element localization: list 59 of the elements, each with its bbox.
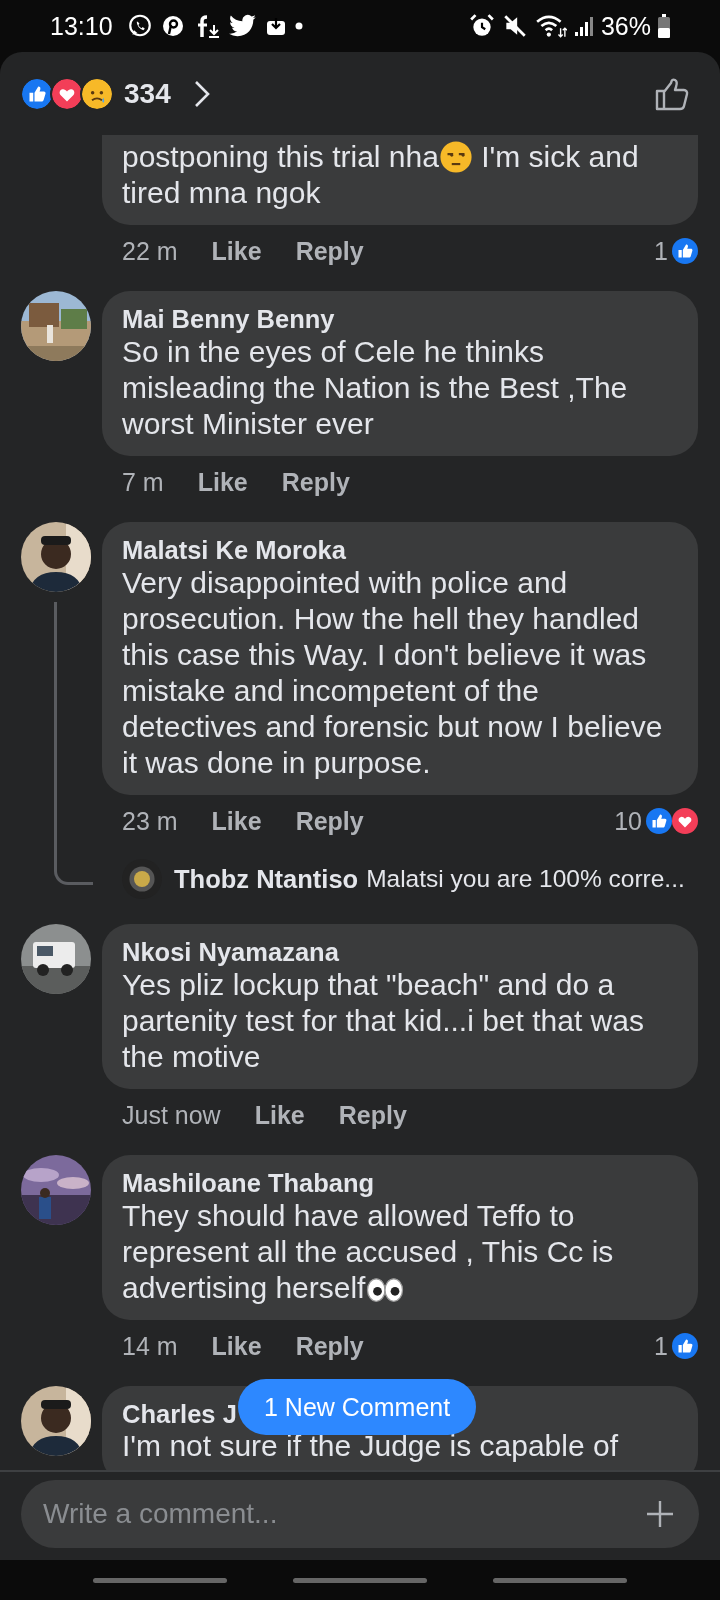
comment-text: Yes pliz lockup that "beach" and do a partenity test for that kid...i bet that was the motive <box>122 967 645 1075</box>
like-reaction-icon <box>20 76 54 111</box>
like-button[interactable] <box>654 75 690 112</box>
like-link[interactable]: Like <box>254 1100 305 1130</box>
reply-link[interactable]: Reply <box>281 467 350 497</box>
signal-icon <box>573 14 594 38</box>
battery-icon <box>658 14 670 38</box>
plus-icon[interactable] <box>645 1499 675 1529</box>
comment-text: So in the eyes of Cele he thinks misleading the Nation is the Best ,The worst Minister ever <box>122 334 629 442</box>
chat-app-icon <box>126 13 153 39</box>
dot-icon <box>294 22 303 30</box>
like-reaction-icon <box>646 808 672 834</box>
pin-app-icon <box>160 14 185 38</box>
reaction-count: 10 <box>614 806 642 836</box>
comment-author[interactable]: Nkosi Nyamazana <box>122 937 339 967</box>
download-tray-icon <box>264 15 287 37</box>
sad-face-icon <box>80 76 114 111</box>
reactions-summary[interactable]: 334 <box>20 76 211 111</box>
reply-author[interactable]: Thobz Ntantiso <box>174 864 359 894</box>
thumbs-up-icon <box>654 75 690 112</box>
comment-author[interactable]: Charles J <box>122 1399 237 1429</box>
like-reaction-icon <box>672 1333 698 1359</box>
comment-author[interactable]: Malatsi Ke Moroka <box>122 535 346 565</box>
comment-time: 7 m <box>122 467 164 497</box>
like-reaction-icon <box>672 238 698 264</box>
heart-reaction-icon <box>672 808 698 834</box>
comment-time: 22 m <box>122 236 178 266</box>
reply-link[interactable]: Reply <box>295 1331 364 1361</box>
like-link[interactable]: Like <box>197 467 248 497</box>
comment-text: postponing this trial nha I'm sick and tired mna ngok <box>122 139 640 211</box>
heart-reaction-icon <box>50 76 84 111</box>
comment-text: Very disappointed with police and prosecution. How the hell they handled this case this Way. I don't believe it was mistake and incompetent of the detectives and forensic but now I believe it was done in purpose. <box>122 565 664 781</box>
comment-input[interactable]: Write a comment... <box>21 1480 699 1548</box>
reply-link[interactable]: Reply <box>295 236 364 266</box>
reply-snippet[interactable]: Malatsi you are 100% corre... <box>366 865 685 893</box>
alarm-icon <box>468 13 495 39</box>
eyes-icon <box>365 1275 406 1305</box>
comment-author[interactable]: Mashiloane Thabang <box>122 1168 375 1198</box>
reply-link[interactable]: Reply <box>338 1100 407 1130</box>
comment-time: Just now <box>122 1100 221 1130</box>
like-link[interactable]: Like <box>211 1331 262 1361</box>
comment-author[interactable]: Mai Benny Benny <box>122 304 335 334</box>
reply-link[interactable]: Reply <box>295 806 364 836</box>
comment-time: 23 m <box>122 806 178 836</box>
like-link[interactable]: Like <box>211 806 262 836</box>
wifi-icon <box>534 13 567 39</box>
comment-text: They should have allowed Teffo to represent all the accused , This Cc is advertising herself <box>122 1198 615 1306</box>
clock-time: 13:10 <box>50 11 113 41</box>
nav-handle[interactable] <box>493 1577 627 1583</box>
reaction-count: 1 <box>654 236 668 266</box>
comment-time: 14 m <box>122 1331 178 1361</box>
reaction-count: 1 <box>654 1331 668 1361</box>
battery-percent: 36% <box>600 11 651 41</box>
like-link[interactable]: Like <box>211 236 262 266</box>
unamused-face-icon <box>438 140 473 174</box>
nav-handle[interactable] <box>93 1577 227 1583</box>
bird-icon <box>228 14 257 38</box>
nav-handle[interactable] <box>293 1577 427 1583</box>
chevron-right-icon <box>192 78 211 109</box>
